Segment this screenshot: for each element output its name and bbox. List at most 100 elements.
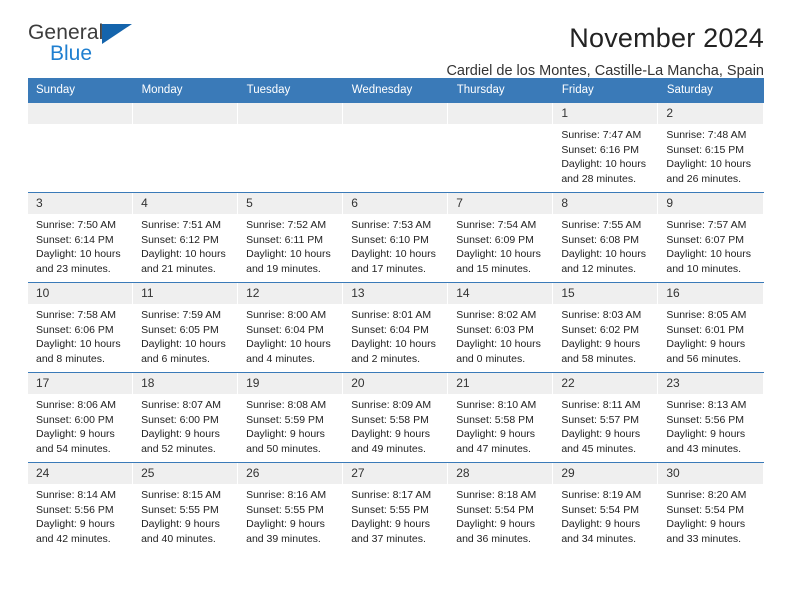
calendar-cell-day-16[interactable]: 16 Sunrise: 8:05 AM Sunset: 6:01 PM Dayligh… — [658, 282, 764, 373]
calendar-cell-day-14[interactable]: 14 Sunrise: 8:02 AM Sunset: 6:03 PM Dayligh… — [448, 282, 554, 373]
day-number: 1 — [553, 103, 658, 124]
calendar-cell-day-9[interactable]: 9 Sunrise: 7:57 AM Sunset: 6:07 PM Daylight… — [658, 192, 764, 283]
daylight-text: Daylight: 10 hours and 26 minutes. — [666, 158, 752, 185]
calendar-cell-day-26[interactable]: 26 Sunrise: 8:16 AM Sunset: 5:55 PM Dayligh… — [238, 462, 344, 553]
day-info: Sunrise: 7:55 AM Sunset: 6:08 PM Daylight:… — [553, 214, 657, 276]
sunset-text: Sunset: 6:00 PM — [141, 413, 219, 426]
calendar-cell-day-23[interactable]: 23 Sunrise: 8:13 AM Sunset: 5:56 PM Dayligh… — [658, 372, 764, 463]
day-cell: 4 Sunrise: 7:51 AM Sunset: 6:12 PM Daylight… — [133, 193, 238, 282]
day-number: 22 — [553, 373, 658, 394]
calendar-cell-day-25[interactable]: 25 Sunrise: 8:15 AM Sunset: 5:55 PM Dayligh… — [133, 462, 239, 553]
calendar-cell-day-3[interactable]: 3 Sunrise: 7:50 AM Sunset: 6:14 PM Daylight… — [28, 192, 134, 283]
day-number: 9 — [658, 193, 763, 214]
day-info: Sunrise: 7:47 AM Sunset: 6:16 PM Daylight:… — [553, 124, 657, 186]
weekday-header-tuesday: Tuesday — [238, 78, 344, 103]
calendar-cell-day-11[interactable]: 11 Sunrise: 7:59 AM Sunset: 6:05 PM Dayligh… — [133, 282, 239, 373]
calendar-cell-day-8[interactable]: 8 Sunrise: 7:55 AM Sunset: 6:08 PM Daylight… — [553, 192, 659, 283]
calendar-cell-day-7[interactable]: 7 Sunrise: 7:54 AM Sunset: 6:09 PM Daylight… — [448, 192, 554, 283]
sunrise-text: Sunrise: 7:50 AM — [36, 219, 116, 231]
calendar-cell-day-15[interactable]: 15 Sunrise: 8:03 AM Sunset: 6:02 PM Dayligh… — [553, 282, 659, 373]
sunrise-text: Sunrise: 8:00 AM — [246, 309, 327, 321]
calendar-week-row: 1 Sunrise: 7:47 AM Sunset: 6:16 PM Daylight… — [28, 102, 764, 193]
calendar-cell-empty — [133, 102, 239, 193]
day-number: 21 — [448, 373, 553, 394]
daylight-text: Daylight: 9 hours and 56 minutes. — [666, 338, 746, 365]
day-number: 6 — [343, 193, 448, 214]
sunrise-sunset-calendar: Sunday Monday Tuesday Wednesday Thursday Frid… — [28, 78, 765, 553]
sunset-text: Sunset: 6:04 PM — [351, 323, 429, 336]
calendar-cell-day-6[interactable]: 6 Sunrise: 7:53 AM Sunset: 6:10 PM Daylight… — [343, 192, 449, 283]
day-cell: 13 Sunrise: 8:01 AM Sunset: 6:04 PM Dayligh… — [343, 283, 448, 372]
day-info: Sunrise: 7:57 AM Sunset: 6:07 PM Daylight:… — [658, 214, 762, 276]
day-cell — [343, 103, 448, 192]
sunrise-text: Sunrise: 8:14 AM — [36, 489, 116, 501]
general-blue-logo[interactable]: General Blue — [28, 22, 168, 68]
sunrise-text: Sunrise: 8:07 AM — [141, 399, 222, 411]
sunset-text: Sunset: 6:09 PM — [456, 233, 534, 246]
calendar-cell-day-21[interactable]: 21 Sunrise: 8:10 AM Sunset: 5:58 PM Dayligh… — [448, 372, 554, 463]
calendar-cell-day-2[interactable]: 2 Sunrise: 7:48 AM Sunset: 6:15 PM Daylight… — [658, 102, 764, 193]
day-number: 26 — [238, 463, 343, 484]
day-cell: 29 Sunrise: 8:19 AM Sunset: 5:54 PM Dayligh… — [553, 463, 658, 553]
calendar-cell-day-20[interactable]: 20 Sunrise: 8:09 AM Sunset: 5:58 PM Dayligh… — [343, 372, 449, 463]
day-info: Sunrise: 7:48 AM Sunset: 6:15 PM Daylight:… — [658, 124, 762, 186]
calendar-cell-day-17[interactable]: 17 Sunrise: 8:06 AM Sunset: 6:00 PM Dayligh… — [28, 372, 134, 463]
calendar-cell-empty — [28, 102, 134, 193]
sunset-text: Sunset: 5:54 PM — [666, 503, 745, 516]
day-info: Sunrise: 8:18 AM Sunset: 5:54 PM Daylight:… — [448, 484, 552, 546]
sunset-text: Sunset: 5:55 PM — [246, 503, 324, 516]
weekday-header-sunday: Sunday — [28, 78, 134, 103]
day-cell: 2 Sunrise: 7:48 AM Sunset: 6:15 PM Daylight… — [658, 103, 763, 192]
calendar-body: 1 Sunrise: 7:47 AM Sunset: 6:16 PM Daylight… — [28, 102, 764, 553]
sunset-text: Sunset: 6:15 PM — [666, 143, 745, 156]
day-number: 18 — [133, 373, 238, 394]
day-number: 25 — [133, 463, 238, 484]
sunrise-text: Sunrise: 8:13 AM — [666, 399, 747, 411]
sunrise-text: Sunrise: 7:54 AM — [456, 219, 537, 231]
calendar-cell-day-1[interactable]: 1 Sunrise: 7:47 AM Sunset: 6:16 PM Daylight… — [553, 102, 659, 193]
calendar-cell-day-24[interactable]: 24 Sunrise: 8:14 AM Sunset: 5:56 PM Dayligh… — [28, 462, 134, 553]
calendar-cell-day-28[interactable]: 28 Sunrise: 8:18 AM Sunset: 5:54 PM Dayligh… — [448, 462, 554, 553]
calendar-cell-day-29[interactable]: 29 Sunrise: 8:19 AM Sunset: 5:54 PM Dayligh… — [553, 462, 659, 553]
sunset-text: Sunset: 5:56 PM — [666, 413, 745, 426]
title-block: November 2024 Cardiel de los Montes, Cas… — [446, 22, 764, 82]
daylight-text: Daylight: 9 hours and 39 minutes. — [246, 518, 325, 545]
day-cell: 24 Sunrise: 8:14 AM Sunset: 5:56 PM Dayligh… — [28, 463, 133, 553]
daylight-text: Daylight: 10 hours and 23 minutes. — [36, 248, 121, 275]
sunset-text: Sunset: 5:57 PM — [561, 413, 639, 426]
page-header: General Blue November 2024 Cardiel de lo… — [28, 0, 764, 80]
daylight-text: Daylight: 10 hours and 10 minutes. — [666, 248, 752, 275]
calendar-cell-day-30[interactable]: 30 Sunrise: 8:20 AM Sunset: 5:54 PM Dayligh… — [658, 462, 764, 553]
sunrise-text: Sunrise: 8:11 AM — [561, 399, 641, 411]
sunrise-text: Sunrise: 7:47 AM — [561, 129, 642, 141]
day-cell: 26 Sunrise: 8:16 AM Sunset: 5:55 PM Dayligh… — [238, 463, 343, 553]
day-cell: 22 Sunrise: 8:11 AM Sunset: 5:57 PM Dayligh… — [553, 373, 658, 462]
daylight-text: Daylight: 10 hours and 19 minutes. — [246, 248, 331, 275]
calendar-cell-day-10[interactable]: 10 Sunrise: 7:58 AM Sunset: 6:06 PM Dayligh… — [28, 282, 134, 373]
calendar-cell-day-27[interactable]: 27 Sunrise: 8:17 AM Sunset: 5:55 PM Dayligh… — [343, 462, 449, 553]
day-info: Sunrise: 8:20 AM Sunset: 5:54 PM Daylight:… — [658, 484, 762, 546]
sunset-text: Sunset: 6:12 PM — [141, 233, 219, 246]
daylight-text: Daylight: 10 hours and 8 minutes. — [36, 338, 121, 365]
day-info: Sunrise: 8:15 AM Sunset: 5:55 PM Daylight:… — [133, 484, 237, 546]
day-number: 5 — [238, 193, 343, 214]
calendar-cell-day-22[interactable]: 22 Sunrise: 8:11 AM Sunset: 5:57 PM Dayligh… — [553, 372, 659, 463]
calendar-cell-empty — [343, 102, 449, 193]
day-cell — [133, 103, 238, 192]
day-info: Sunrise: 7:52 AM Sunset: 6:11 PM Daylight:… — [238, 214, 342, 276]
calendar-cell-day-19[interactable]: 19 Sunrise: 8:08 AM Sunset: 5:59 PM Dayligh… — [238, 372, 344, 463]
day-number: 13 — [343, 283, 448, 304]
day-number — [448, 103, 553, 124]
calendar-cell-day-5[interactable]: 5 Sunrise: 7:52 AM Sunset: 6:11 PM Daylight… — [238, 192, 344, 283]
calendar-week-row: 10 Sunrise: 7:58 AM Sunset: 6:06 PM Dayligh… — [28, 282, 764, 373]
day-number — [133, 103, 238, 124]
calendar-cell-day-4[interactable]: 4 Sunrise: 7:51 AM Sunset: 6:12 PM Daylight… — [133, 192, 239, 283]
calendar-cell-day-13[interactable]: 13 Sunrise: 8:01 AM Sunset: 6:04 PM Dayligh… — [343, 282, 449, 373]
page-title: November 2024 — [569, 23, 764, 53]
sunrise-text: Sunrise: 8:15 AM — [141, 489, 222, 501]
day-info: Sunrise: 7:51 AM Sunset: 6:12 PM Daylight:… — [133, 214, 237, 276]
day-info: Sunrise: 8:02 AM Sunset: 6:03 PM Daylight:… — [448, 304, 552, 366]
calendar-cell-day-18[interactable]: 18 Sunrise: 8:07 AM Sunset: 6:00 PM Dayligh… — [133, 372, 239, 463]
calendar-cell-day-12[interactable]: 12 Sunrise: 8:00 AM Sunset: 6:04 PM Dayligh… — [238, 282, 344, 373]
sunset-text: Sunset: 5:54 PM — [561, 503, 639, 516]
